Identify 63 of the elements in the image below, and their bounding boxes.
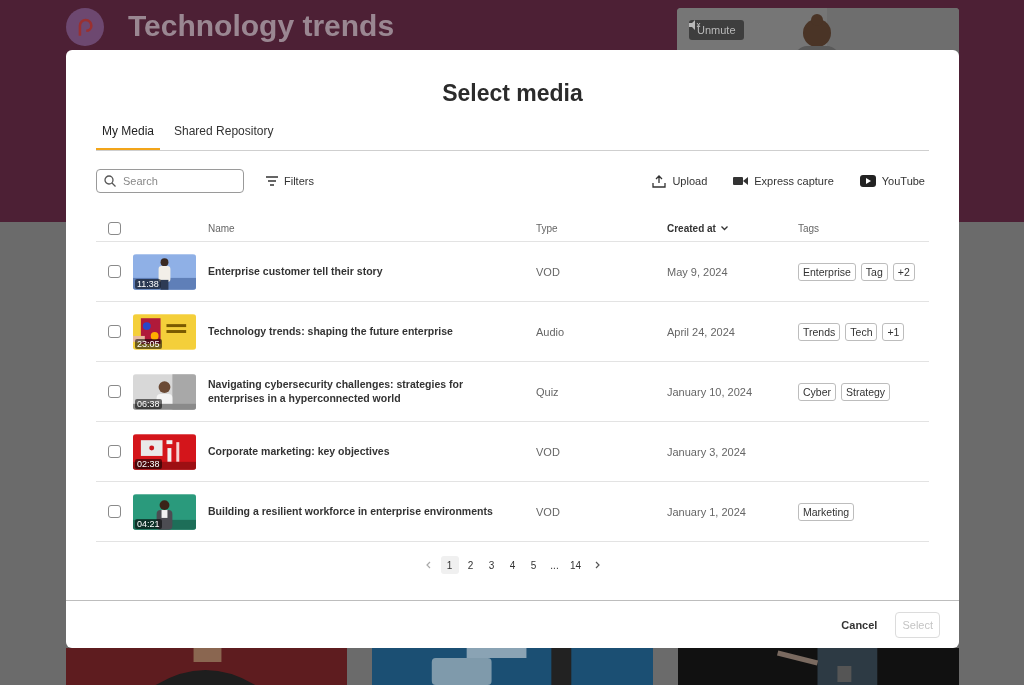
page-button[interactable]: 5 [524,556,543,574]
tag: +1 [882,322,905,341]
media-name: Technology trends: shaping the future enterprise [208,324,453,337]
column-header[interactable]: Tags [798,222,820,234]
unmute-button[interactable]: Unmute [689,20,744,40]
search-field[interactable]: Search [96,169,244,193]
tag: Enterprise [798,262,856,281]
created-date: April 24, 2024 [667,325,735,338]
duration-label: 23:05 [135,338,162,349]
page-button[interactable]: ... [545,556,564,574]
duration-label: 02:38 [135,458,162,469]
media-type: Audio [536,325,565,338]
dialog-title: Select media [441,80,584,108]
tag: +2 [892,262,915,281]
created-date: January 10, 2024 [667,385,752,398]
media-name: Enterprise customer tell their story [208,264,383,277]
created-date: January 3, 2024 [667,445,746,458]
cancel-button[interactable]: Cancel [833,612,886,637]
youtube-button[interactable]: YouTube [855,173,929,189]
duration-label: 06:38 [135,398,162,409]
duration-label: 11:38 [135,278,161,289]
tag: Marketing [798,502,855,521]
tag: Cyber [798,382,836,401]
video-camera-icon [733,176,749,186]
page-title: Technology trends [128,8,395,44]
tag: Strategy [841,382,891,401]
upload-button[interactable]: Upload [648,172,712,190]
page-button[interactable]: 1 [440,556,459,574]
tag: Trends [798,322,841,341]
duration-label: 04:21 [135,518,162,529]
tag: Tech [845,322,878,341]
chevron-down-icon [720,225,728,231]
page-button[interactable]: 4 [503,556,522,574]
page-button[interactable]: 3 [482,556,501,574]
tab[interactable]: Shared Repository [168,120,280,150]
media-name: Building a resilient workforce in enterprise environments [208,504,493,517]
camera-button[interactable]: Express capture [729,173,838,189]
media-name: Corporate marketing: key objectives [208,444,390,457]
tab[interactable]: My Media [96,120,160,150]
upload-icon [652,174,667,188]
media-type: VOD [536,445,560,458]
media-type: VOD [536,265,560,278]
checkbox[interactable] [108,505,121,518]
play-button-icon [859,175,876,187]
page-button[interactable]: 2 [461,556,480,574]
logo-icon [66,8,104,46]
tag: Tag [860,262,888,281]
media-name: Navigating cybersecurity challenges: strategies for enterprises in a hyperconnected world [208,377,463,404]
page-button[interactable]: 14 [566,556,585,574]
checkbox[interactable] [108,445,121,458]
media-type: Quiz [536,385,559,398]
checkbox[interactable] [108,221,121,235]
column-header[interactable]: Name [208,222,235,234]
media-type: VOD [536,505,560,518]
column-header[interactable]: Created at [667,222,716,234]
filters-button[interactable]: Filters [262,173,318,189]
filter-icon [266,176,278,186]
checkbox[interactable] [108,265,121,278]
created-date: January 1, 2024 [667,505,746,518]
created-date: May 9, 2024 [667,265,728,278]
checkbox[interactable] [108,385,121,398]
checkbox[interactable] [108,325,121,338]
column-header[interactable]: Type [536,222,558,234]
